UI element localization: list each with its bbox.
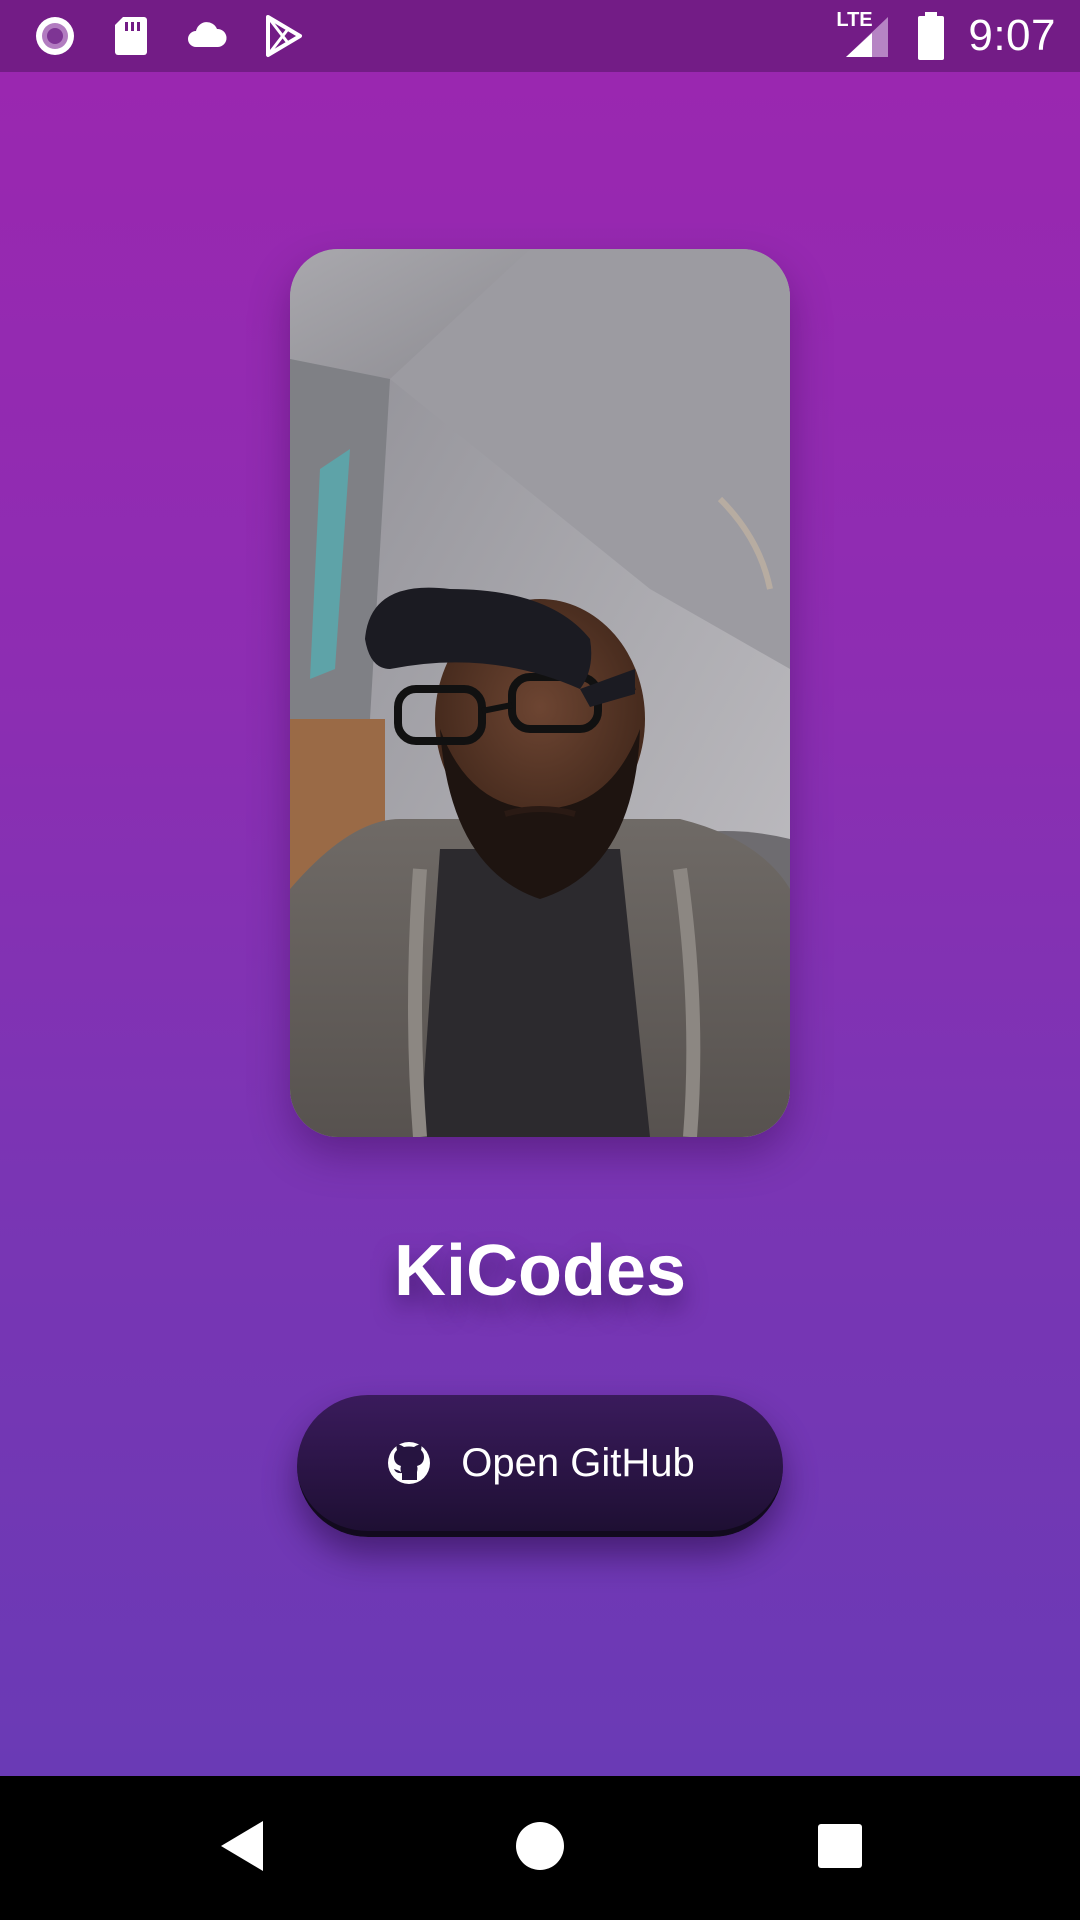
lte-signal-icon: LTE <box>836 9 894 61</box>
play-store-icon <box>260 13 306 59</box>
github-icon <box>385 1439 433 1487</box>
navigation-bar <box>0 1776 1080 1920</box>
profile-photo <box>290 249 790 1137</box>
clock: 9:07 <box>968 11 1056 60</box>
back-button[interactable] <box>206 1812 278 1884</box>
profile-name: KiCodes <box>393 1231 687 1311</box>
sd-card-icon <box>108 13 154 59</box>
podcast-record-icon <box>32 13 78 59</box>
home-button[interactable] <box>504 1812 576 1884</box>
battery-icon <box>916 12 946 60</box>
status-bar: LTE 9:07 <box>0 0 1080 72</box>
open-github-label: Open GitHub <box>461 1440 695 1485</box>
cloud-icon <box>184 13 230 59</box>
notification-icons <box>32 12 306 60</box>
back-icon <box>217 1819 267 1878</box>
recents-icon <box>817 1823 863 1874</box>
home-icon <box>515 1821 565 1876</box>
open-github-button[interactable]: Open GitHub <box>297 1395 783 1537</box>
app-screen: LTE 9:07 KiCodes Open GitHub <box>0 0 1080 1920</box>
system-status: LTE 9:07 <box>836 8 1056 64</box>
main-content: KiCodes Open GitHub <box>0 72 1080 1776</box>
recents-button[interactable] <box>804 1812 876 1884</box>
